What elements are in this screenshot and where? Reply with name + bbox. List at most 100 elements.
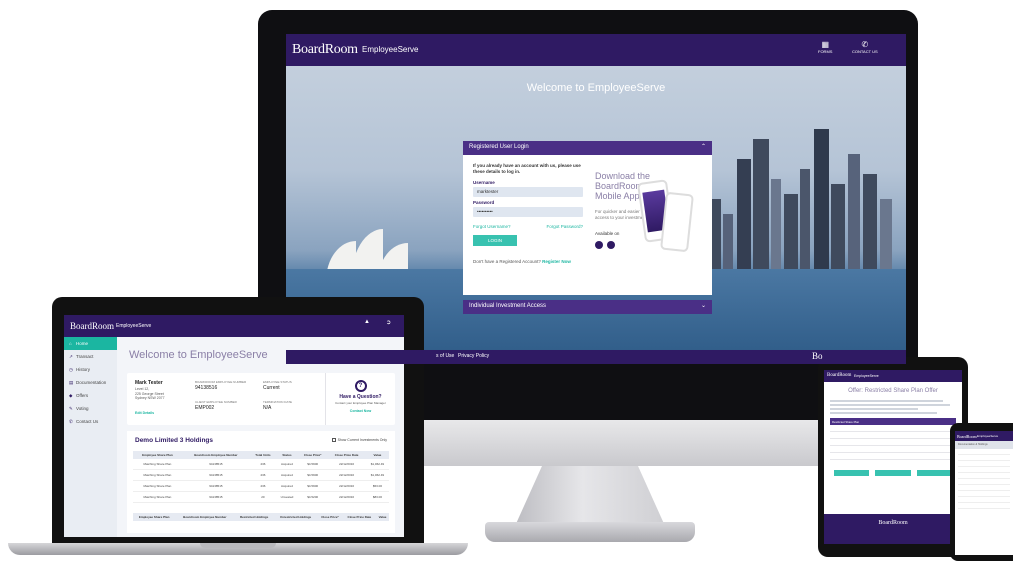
column-header[interactable]: Status: [275, 451, 298, 459]
sidebar-item-label: History: [76, 367, 91, 372]
checkbox[interactable]: [331, 438, 336, 443]
column-header[interactable]: Total Units: [249, 451, 276, 459]
chevron-down-icon[interactable]: ⌄: [701, 302, 706, 309]
table-cell: $4.5200: [297, 491, 328, 503]
privacy-policy-link[interactable]: Privacy Policy: [458, 353, 489, 359]
sidebar-item-label: Documentation: [76, 380, 107, 385]
question-title: Have a Question?: [339, 394, 382, 400]
table-cell: 94138515: [181, 469, 250, 481]
skyline-building: [753, 139, 769, 269]
brand-logo[interactable]: BoardRoom: [957, 434, 977, 439]
apple-store-icon[interactable]: [595, 241, 603, 249]
action-button[interactable]: [916, 470, 952, 476]
field-label: BOARDROOM EMPLOYEE NUMBER: [195, 380, 247, 384]
column-header[interactable]: Unrestricted Holdings: [273, 513, 318, 521]
logout-icon: ➲: [386, 320, 392, 326]
register-now-link[interactable]: Register Now: [542, 259, 571, 264]
product-name: EmployeeServe: [116, 323, 152, 329]
column-header[interactable]: Boardroom Employee Number: [175, 513, 235, 521]
show-current-toggle[interactable]: Show Current Investments Only: [331, 438, 387, 443]
column-header[interactable]: Employee Share Plan: [133, 513, 176, 521]
field-value: 94138516: [195, 385, 218, 391]
action-button[interactable]: [834, 470, 870, 476]
table-cell: Acquired: [275, 459, 298, 470]
login-card-title: Registered User Login: [469, 144, 529, 150]
desktop-monitor-foot: [485, 522, 695, 542]
table-row[interactable]: Matching Share Plan 94138515 236 Acquired $4…: [133, 480, 389, 492]
sidebar-item-offers[interactable]: ◆ Offers: [64, 389, 117, 402]
profile-card: Mark Tester Level 12, 225 George Street …: [127, 373, 395, 425]
list-item: [830, 432, 956, 439]
login-card-header[interactable]: Registered User Login ⌃: [463, 141, 712, 155]
brand-logo[interactable]: BoardRoom: [70, 321, 114, 331]
brand-logo[interactable]: BoardRoom: [827, 373, 851, 378]
register-prompt: Don't have a Registered Account? Registe…: [473, 259, 583, 264]
laptop-notch: [200, 543, 276, 548]
table-row[interactable]: Matching Share Plan 94138515 20 Unvested $4.…: [133, 491, 389, 503]
logout-button[interactable]: ➲: [386, 319, 391, 326]
tablet-screen: BoardRoom EmployeeServe Offer: Restricte…: [824, 370, 962, 544]
sidebar-item-documentation[interactable]: ▤ Documentation: [64, 376, 117, 389]
desktop-header: BoardRoom EmployeeServe ▦ FORMS ✆ CONTAC…: [286, 34, 906, 66]
employee-number-field: BOARDROOM EMPLOYEE NUMBER 94138516: [195, 380, 246, 391]
table-row[interactable]: Matching Share Plan 94138515 236 Acquired $4…: [133, 469, 389, 481]
column-header[interactable]: Close Price*: [317, 513, 343, 521]
forms-button[interactable]: ▦ FORMS: [818, 40, 832, 54]
table-cell: $1,062.49: [365, 459, 389, 470]
question-subtitle: Contact your Employee Plan Manager: [335, 401, 386, 405]
table-cell: Unvested: [275, 491, 298, 503]
action-button[interactable]: [875, 470, 911, 476]
sidebar-item-home[interactable]: ⌂ Home: [64, 337, 117, 350]
password-input[interactable]: ••••••••••: [473, 207, 583, 217]
table-cell: 236: [249, 469, 276, 481]
column-header[interactable]: Employee Share Plan: [133, 451, 182, 459]
field-label: CLIENT EMPLOYEE NUMBER: [195, 400, 237, 404]
sidebar-item-voting[interactable]: ✎ Voting: [64, 402, 117, 415]
column-header[interactable]: Close Price Date: [327, 451, 366, 459]
column-header[interactable]: Close Price Date: [342, 513, 377, 521]
table-cell: Matching Share Plan: [133, 480, 182, 492]
sidebar-item-label: Home: [76, 341, 89, 346]
contact-now-link[interactable]: Contact Now: [326, 409, 395, 413]
phone-screen: BoardRoom EmployeeServe Documentation & …: [955, 431, 1013, 555]
forgot-username-link[interactable]: Forgot Username?: [473, 224, 511, 229]
list-item: [830, 446, 956, 453]
table-row[interactable]: Matching Share Plan 94138515 236 Acquired $4…: [133, 459, 389, 470]
username-input[interactable]: marktester: [473, 187, 583, 197]
tablet-footer: BoardRoom: [824, 514, 962, 544]
brand-logo[interactable]: BoardRoom: [292, 42, 358, 58]
field-value: EMP002: [195, 405, 215, 411]
column-header[interactable]: Value: [376, 513, 389, 521]
password-label: Password: [473, 200, 495, 205]
phone-section-band: Documentation & Holdings: [955, 441, 1013, 449]
column-header[interactable]: Value: [365, 451, 389, 459]
table-cell: $4.5900: [297, 480, 328, 492]
sidebar-item-label: Offers: [76, 393, 89, 398]
individual-access-title: Individual Investment Access: [469, 303, 547, 309]
table-cell: Matching Share Plan: [133, 491, 182, 503]
sidebar-item-transact[interactable]: ↗ Transact: [64, 350, 117, 363]
sidebar-item-history[interactable]: ◷ History: [64, 363, 117, 376]
android-store-icon[interactable]: [607, 241, 615, 249]
table-cell: $83.00: [365, 491, 389, 503]
document-icon: ▤: [69, 380, 74, 385]
login-intro-text: If you already have an account with us, …: [473, 163, 581, 174]
offer-actions: [834, 470, 952, 476]
address-line: Sydney NSW 2077: [135, 396, 165, 400]
column-header[interactable]: Restricted Holdings: [234, 513, 274, 521]
offer-section-bar[interactable]: Restricted Share Plan: [830, 418, 956, 425]
terms-link[interactable]: s of Use: [436, 353, 454, 359]
forgot-password-link[interactable]: Forgot Password?: [546, 224, 583, 229]
chevron-up-icon[interactable]: ⌃: [701, 143, 706, 150]
sidebar-item-contact[interactable]: ✆ Contact Us: [64, 415, 117, 428]
column-header[interactable]: Boardroom Employee Number: [181, 451, 250, 459]
contact-us-button[interactable]: ✆ CONTACT US: [852, 40, 878, 54]
skyline-building: [784, 194, 798, 269]
individual-access-bar[interactable]: Individual Investment Access ⌄: [463, 300, 712, 314]
edit-details-link[interactable]: Edit Details: [135, 411, 154, 415]
footer-brand: Bo: [812, 351, 823, 361]
column-header[interactable]: Close Price*: [297, 451, 328, 459]
account-button[interactable]: ▲: [364, 319, 370, 325]
login-button[interactable]: LOGIN: [473, 235, 517, 246]
forms-icon: ▦: [821, 40, 829, 49]
